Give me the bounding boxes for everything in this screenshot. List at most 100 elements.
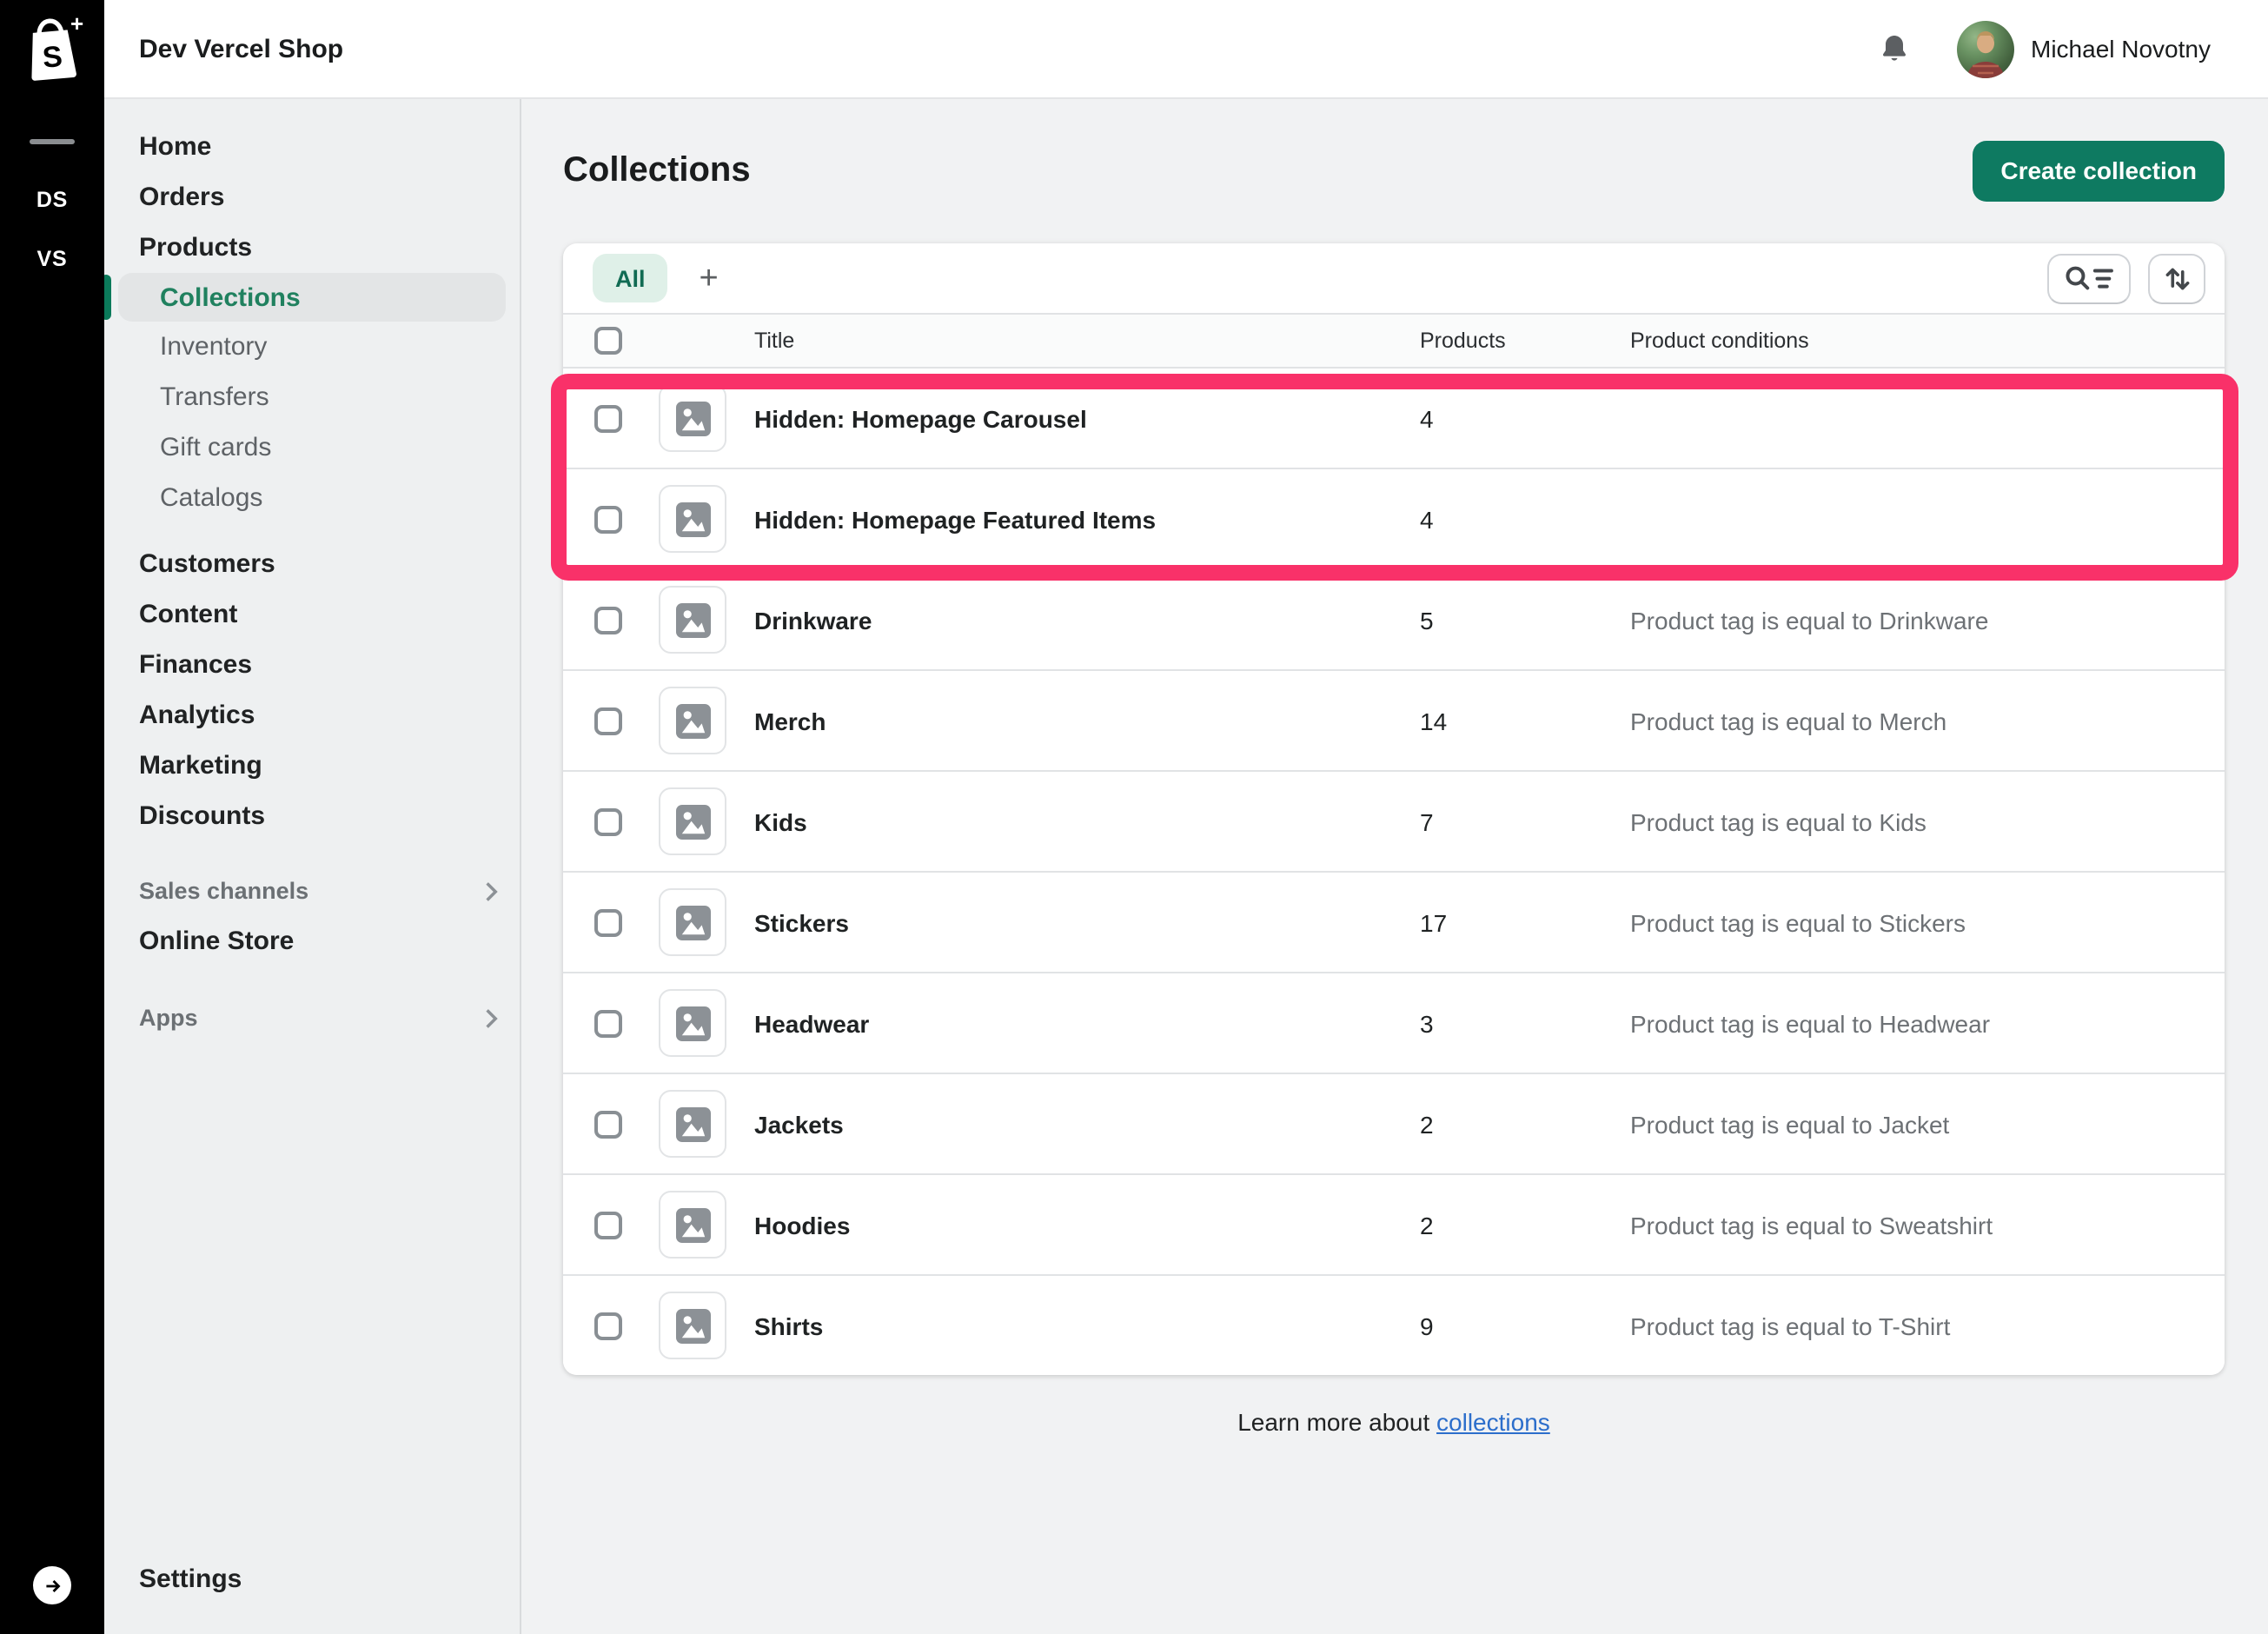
row-checkbox[interactable] bbox=[594, 1009, 622, 1037]
row-checkbox[interactable] bbox=[594, 807, 622, 835]
sort-button[interactable] bbox=[2148, 253, 2205, 303]
table-row[interactable]: Kids 7 Product tag is equal to Kids bbox=[563, 772, 2225, 873]
sidebar-item-label: Home bbox=[139, 132, 211, 162]
sidebar-item-products[interactable]: Products bbox=[104, 223, 520, 273]
row-checkbox[interactable] bbox=[594, 1110, 622, 1138]
user-menu[interactable]: Michael Novotny bbox=[1956, 20, 2211, 77]
image-placeholder-icon bbox=[675, 602, 710, 637]
row-checkbox[interactable] bbox=[594, 404, 622, 432]
row-checkbox[interactable] bbox=[594, 908, 622, 936]
collection-thumbnail bbox=[659, 1191, 726, 1259]
sidebar-item-apps[interactable]: Apps bbox=[104, 993, 520, 1043]
sidebar-item-inventory[interactable]: Inventory bbox=[104, 322, 520, 372]
select-all-checkbox[interactable] bbox=[594, 327, 622, 355]
shopify-bag-icon: S + bbox=[19, 12, 85, 85]
collection-products-count: 4 bbox=[1420, 404, 1630, 432]
sidebar-item-transfers[interactable]: Transfers bbox=[104, 372, 520, 422]
sidebar-item-finances[interactable]: Finances bbox=[104, 640, 520, 690]
collection-products-count: 2 bbox=[1420, 1110, 1630, 1138]
sidebar-item-label: Settings bbox=[139, 1564, 242, 1594]
sidebar-item-sales-channels[interactable]: Sales channels bbox=[104, 866, 520, 916]
table-row[interactable]: Shirts 9 Product tag is equal to T-Shirt bbox=[563, 1276, 2225, 1375]
row-checkbox[interactable] bbox=[594, 505, 622, 533]
app-rail: S + DS VS bbox=[0, 0, 104, 1634]
table-row[interactable]: Headwear 3 Product tag is equal to Headw… bbox=[563, 973, 2225, 1074]
sidebar-item-online-store[interactable]: Online Store bbox=[104, 916, 520, 966]
table-row[interactable]: Drinkware 5 Product tag is equal to Drin… bbox=[563, 570, 2225, 671]
sidebar-item-label: Transfers bbox=[160, 382, 269, 412]
collection-title: Drinkware bbox=[754, 606, 1420, 634]
sidebar-item-discounts[interactable]: Discounts bbox=[104, 791, 520, 841]
row-checkbox[interactable] bbox=[594, 606, 622, 634]
expand-rail-button[interactable] bbox=[33, 1566, 71, 1604]
shopify-plus-logo[interactable]: S + bbox=[0, 0, 104, 97]
row-checkbox[interactable] bbox=[594, 1211, 622, 1239]
collection-title: Merch bbox=[754, 707, 1420, 734]
top-bar: Dev Vercel Shop Michael Novotny bbox=[104, 0, 2268, 99]
collections-help-link[interactable]: collections bbox=[1436, 1408, 1550, 1436]
sidebar-item-label: Finances bbox=[139, 650, 252, 680]
sidebar-item-orders[interactable]: Orders bbox=[104, 172, 520, 223]
table-row[interactable]: Hoodies 2 Product tag is equal to Sweats… bbox=[563, 1175, 2225, 1276]
collection-products-count: 17 bbox=[1420, 908, 1630, 936]
image-placeholder-icon bbox=[675, 1006, 710, 1040]
tab-all[interactable]: All bbox=[593, 254, 668, 302]
collection-products-count: 5 bbox=[1420, 606, 1630, 634]
table-row[interactable]: Hidden: Homepage Featured Items 4 bbox=[563, 469, 2225, 570]
sidebar-item-label: Discounts bbox=[139, 801, 265, 831]
sidebar-item-analytics[interactable]: Analytics bbox=[104, 690, 520, 741]
add-view-button[interactable]: + bbox=[693, 262, 726, 295]
image-placeholder-icon bbox=[675, 1207, 710, 1242]
image-placeholder-icon bbox=[675, 703, 710, 738]
sidebar-item-label: Gift cards bbox=[160, 433, 271, 462]
collection-products-count: 3 bbox=[1420, 1009, 1630, 1037]
collections-card: All + bbox=[563, 243, 2225, 1375]
collection-products-count: 4 bbox=[1420, 505, 1630, 533]
search-filter-button[interactable] bbox=[2047, 253, 2131, 303]
create-collection-button[interactable]: Create collection bbox=[1973, 140, 2225, 201]
sidebar-item-settings[interactable]: Settings bbox=[104, 1554, 520, 1604]
sidebar-item-collections[interactable]: Collections bbox=[118, 273, 506, 322]
sidebar-item-content[interactable]: Content bbox=[104, 589, 520, 640]
collection-thumbnail bbox=[659, 485, 726, 553]
table-header-row: Title Products Product conditions bbox=[563, 313, 2225, 369]
collection-condition: Product tag is equal to Merch bbox=[1630, 707, 2225, 734]
table-row[interactable]: Hidden: Homepage Carousel 4 bbox=[563, 369, 2225, 469]
collection-title: Jackets bbox=[754, 1110, 1420, 1138]
sidebar-item-label: Content bbox=[139, 600, 237, 629]
sidebar-item-label: Orders bbox=[139, 183, 224, 212]
image-placeholder-icon bbox=[675, 905, 710, 940]
table-row[interactable]: Jackets 2 Product tag is equal to Jacket bbox=[563, 1074, 2225, 1175]
collection-title: Stickers bbox=[754, 908, 1420, 936]
sidebar-item-gift-cards[interactable]: Gift cards bbox=[104, 422, 520, 473]
page-title: Collections bbox=[563, 150, 751, 190]
sidebar-item-home[interactable]: Home bbox=[104, 122, 520, 172]
table-row[interactable]: Stickers 17 Product tag is equal to Stic… bbox=[563, 873, 2225, 973]
shop-switcher-vs[interactable]: VS bbox=[0, 247, 104, 271]
notifications-button[interactable] bbox=[1876, 31, 1911, 66]
sidebar-item-catalogs[interactable]: Catalogs bbox=[104, 473, 520, 523]
main-content: Collections Create collection All + bbox=[521, 97, 2268, 1634]
row-checkbox[interactable] bbox=[594, 707, 622, 734]
avatar bbox=[1956, 20, 2013, 77]
sidebar-section-label: Apps bbox=[139, 1005, 198, 1031]
column-header-title: Title bbox=[754, 329, 1420, 353]
sidebar-item-marketing[interactable]: Marketing bbox=[104, 741, 520, 791]
collection-thumbnail bbox=[659, 586, 726, 654]
collection-title: Hoodies bbox=[754, 1211, 1420, 1239]
collection-condition: Product tag is equal to Jacket bbox=[1630, 1110, 2225, 1138]
collection-products-count: 14 bbox=[1420, 707, 1630, 734]
row-checkbox[interactable] bbox=[594, 1312, 622, 1339]
chevron-right-icon bbox=[483, 1006, 499, 1030]
collection-thumbnail bbox=[659, 787, 726, 855]
sidebar-item-label: Customers bbox=[139, 549, 275, 579]
sidebar-item-label: Catalogs bbox=[160, 483, 262, 513]
sidebar-item-label: Marketing bbox=[139, 751, 262, 780]
image-placeholder-icon bbox=[675, 1106, 710, 1141]
shop-switcher-ds[interactable]: DS bbox=[0, 188, 104, 212]
collection-thumbnail bbox=[659, 687, 726, 754]
bell-icon bbox=[1876, 31, 1911, 66]
table-row[interactable]: Merch 14 Product tag is equal to Merch bbox=[563, 671, 2225, 772]
search-filter-icon bbox=[2061, 262, 2117, 295]
sidebar-item-customers[interactable]: Customers bbox=[104, 539, 520, 589]
